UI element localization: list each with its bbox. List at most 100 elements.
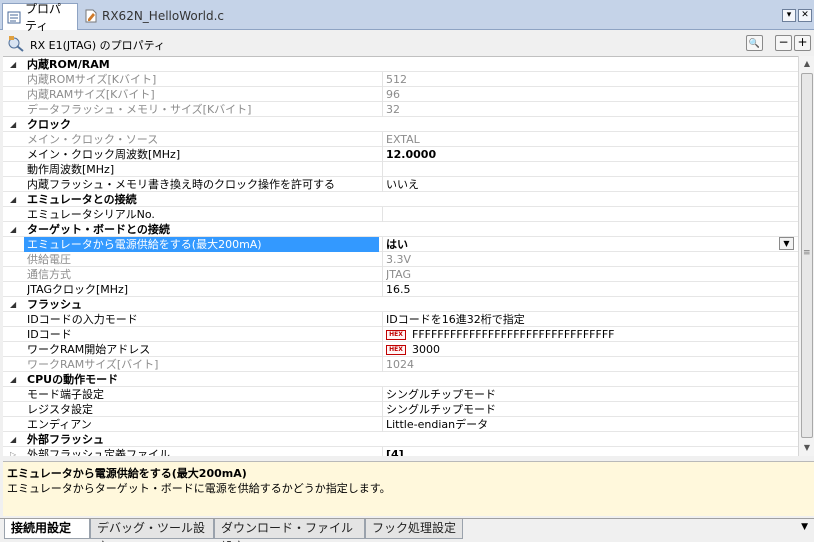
property-row-selected[interactable]: エミュレータから電源供給をする(最大200mA) はい ▼ (3, 237, 798, 252)
property-row[interactable]: レジスタ設定 シングルチップモード (3, 402, 798, 417)
property-row[interactable]: エミュレータシリアルNo. (3, 207, 798, 222)
plus-icon: + (797, 35, 808, 49)
tab-connection-settings[interactable]: 接続用設定 (4, 519, 90, 539)
column-divider (382, 447, 383, 456)
property-row[interactable]: 内蔵ROMサイズ[Kバイト] 512 (3, 72, 798, 87)
property-name: モード端子設定 (27, 388, 104, 401)
property-row[interactable]: 動作周波数[MHz] (3, 162, 798, 177)
category-row[interactable]: ◢ エミュレータとの接続 (3, 192, 798, 207)
category-row[interactable]: ◢ CPUの動作モード (3, 372, 798, 387)
property-row[interactable]: メイン・クロック周波数[MHz] 12.0000 (3, 147, 798, 162)
column-divider (382, 342, 383, 357)
property-row[interactable]: JTAGクロック[MHz] 16.5 (3, 282, 798, 297)
tab-source-file[interactable]: RX62N_HelloWorld.c (80, 3, 224, 29)
property-name: データフラッシュ・メモリ・サイズ[Kバイト] (27, 103, 252, 116)
category-row[interactable]: ◢ 内蔵ROM/RAM (3, 57, 798, 72)
column-divider (382, 147, 383, 162)
window-menu-button[interactable]: ▾ (782, 9, 796, 22)
category-row[interactable]: ◢ 外部フラッシュ (3, 432, 798, 447)
property-row[interactable]: エンディアン Little-endianデータ (3, 417, 798, 432)
property-row[interactable]: 内蔵フラッシュ・メモリ書き換え時のクロック操作を許可する いいえ (3, 177, 798, 192)
hex-badge-icon: HEX (386, 345, 406, 355)
property-name: メイン・クロック・ソース (27, 133, 159, 146)
property-value-wrapper[interactable]: HEX FFFFFFFFFFFFFFFFFFFFFFFFFFFFFFFF (386, 327, 786, 342)
column-divider (382, 357, 383, 372)
property-value[interactable]: シングルチップモード (386, 402, 786, 417)
property-row[interactable]: ▷ 外部フラッシュ定義ファイル [4] (3, 447, 798, 456)
search-button[interactable]: 🔍 (746, 35, 763, 51)
property-value[interactable]: 16.5 (386, 282, 786, 297)
column-divider (382, 267, 383, 282)
property-row[interactable]: ワークRAM開始アドレス HEX 3000 (3, 342, 798, 357)
tab-properties[interactable]: プロパティ (2, 2, 78, 33)
property-name: 外部フラッシュ定義ファイル (27, 448, 170, 456)
category-row[interactable]: ◢ クロック (3, 117, 798, 132)
property-name: 内蔵RAMサイズ[Kバイト] (27, 88, 155, 101)
property-value-wrapper[interactable]: HEX 3000 (386, 342, 786, 357)
category-name: 内蔵ROM/RAM (27, 58, 110, 71)
properties-header: RX E1(JTAG) のプロパティ 🔍 − + (0, 31, 814, 56)
property-value[interactable]: 12.0000 (386, 147, 786, 162)
tab-debug-tool-settings[interactable]: デバッグ・ツール設定 (90, 519, 214, 542)
grip-icon: ≡ (803, 248, 811, 258)
property-value[interactable]: [4] (386, 447, 786, 456)
value-dropdown-button[interactable]: ▼ (779, 237, 794, 250)
scrollbar-thumb[interactable]: ≡ (801, 73, 813, 438)
tab-label: RX62N_HelloWorld.c (102, 9, 225, 23)
expanded-triangle-icon[interactable]: ◢ (10, 372, 20, 387)
close-button[interactable]: ✕ (798, 9, 812, 22)
chevron-down-icon: ▼ (783, 239, 790, 248)
expanded-triangle-icon[interactable]: ◢ (10, 432, 20, 447)
property-value[interactable]: いいえ (386, 177, 786, 192)
tab-download-file-settings[interactable]: ダウンロード・ファイル設定 (214, 519, 365, 542)
property-value: 96 (386, 88, 400, 101)
property-row[interactable]: 通信方式 JTAG (3, 267, 798, 282)
expanded-triangle-icon[interactable]: ◢ (10, 222, 20, 237)
expanded-triangle-icon[interactable]: ◢ (10, 117, 20, 132)
tab-scroll-down-icon[interactable]: ▼ (801, 522, 808, 532)
property-name: レジスタ設定 (27, 403, 93, 416)
collapse-all-button[interactable]: − (775, 35, 792, 51)
property-row[interactable]: ワークRAMサイズ[バイト] 1024 (3, 357, 798, 372)
bottom-tab-strip: 接続用設定 デバッグ・ツール設定 ダウンロード・ファイル設定 フック処理設定 ▼ (0, 518, 814, 542)
vertical-scrollbar[interactable]: ▲ ≡ ▼ (798, 56, 814, 456)
property-row[interactable]: IDコード HEX FFFFFFFFFFFFFFFFFFFFFFFFFFFFFFF… (3, 327, 798, 342)
column-divider (382, 132, 383, 147)
close-icon: ✕ (801, 10, 809, 20)
property-name: メイン・クロック周波数[MHz] (27, 148, 181, 161)
description-panel: エミュレータから電源供給をする(最大200mA) エミュレータからターゲット・ボ… (3, 461, 814, 516)
property-row[interactable]: 内蔵RAMサイズ[Kバイト] 96 (3, 87, 798, 102)
category-row[interactable]: ◢ ターゲット・ボードとの接続 (3, 222, 798, 237)
description-text: エミュレータからターゲット・ボードに電源を供給するかどうか指定します。 (7, 482, 391, 495)
category-row[interactable]: ◢ フラッシュ (3, 297, 798, 312)
column-divider (382, 387, 383, 402)
document-tab-strip: プロパティ RX62N_HelloWorld.c ▾ ✕ (0, 0, 814, 33)
property-row[interactable]: モード端子設定 シングルチップモード (3, 387, 798, 402)
property-value[interactable]: IDコードを16進32桁で指定 (386, 312, 786, 327)
property-name: 通信方式 (27, 268, 71, 281)
category-name: フラッシュ (27, 298, 82, 311)
property-value[interactable]: シングルチップモード (386, 387, 786, 402)
property-row[interactable]: IDコードの入力モード IDコードを16進32桁で指定 (3, 312, 798, 327)
tab-hook-settings[interactable]: フック処理設定 (365, 519, 463, 539)
property-value: 1024 (386, 358, 414, 371)
property-row[interactable]: 供給電圧 3.3V (3, 252, 798, 267)
scroll-down-icon[interactable]: ▼ (801, 442, 813, 454)
c-file-icon (84, 9, 98, 23)
property-value[interactable]: はい (386, 237, 786, 252)
property-name: エンディアン (27, 418, 92, 431)
search-icon: 🔍 (748, 39, 761, 49)
scroll-up-icon[interactable]: ▲ (801, 58, 813, 70)
expanded-triangle-icon[interactable]: ◢ (10, 57, 20, 72)
tab-label: ダウンロード・ファイル設定 (221, 521, 354, 542)
column-divider (382, 252, 383, 267)
property-value[interactable]: Little-endianデータ (386, 417, 786, 432)
expanded-triangle-icon[interactable]: ◢ (10, 192, 20, 207)
collapsed-triangle-icon[interactable]: ▷ (10, 447, 20, 456)
property-row[interactable]: データフラッシュ・メモリ・サイズ[Kバイト] 32 (3, 102, 798, 117)
property-row[interactable]: メイン・クロック・ソース EXTAL (3, 132, 798, 147)
property-value: 3000 (412, 343, 440, 356)
expanded-triangle-icon[interactable]: ◢ (10, 297, 20, 312)
minus-icon: − (778, 35, 789, 49)
expand-all-button[interactable]: + (794, 35, 811, 51)
